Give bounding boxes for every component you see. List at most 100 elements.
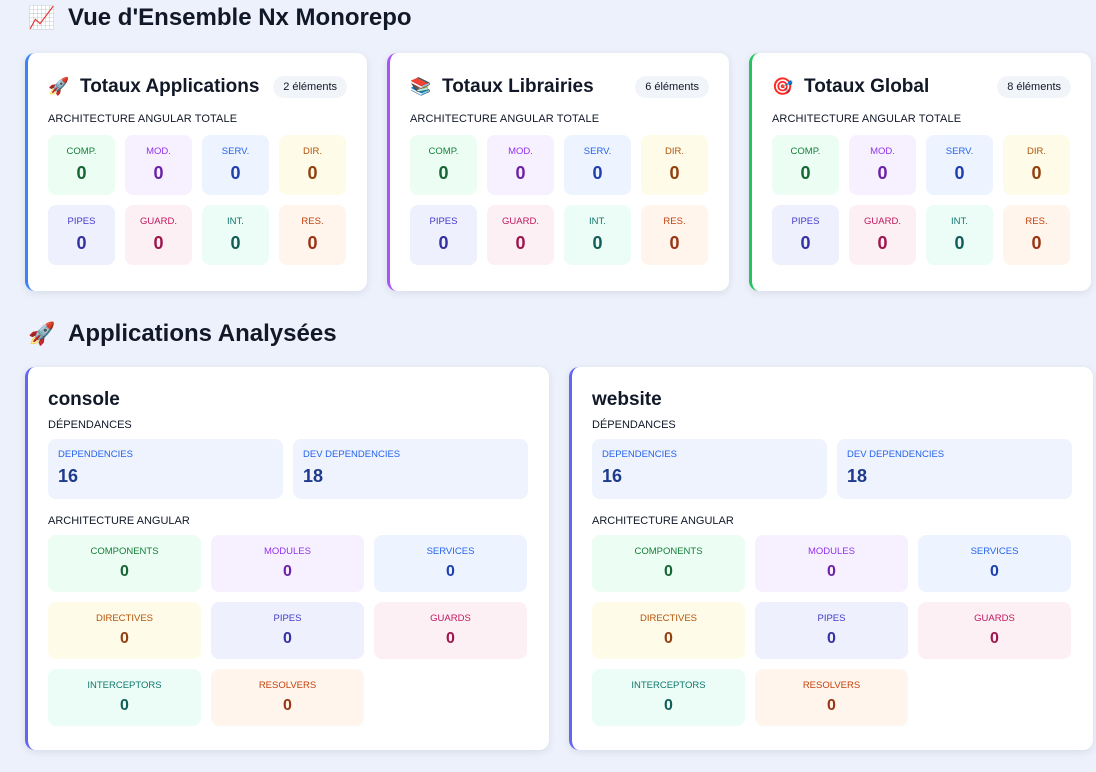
stat-label: RES. [663, 216, 686, 227]
stat-label: RESOLVERS [802, 680, 861, 691]
stats-grid: COMP. 0 MOD. 0 SERV. 0 DIR. 0 PIPES 0 GUARD. 0… [410, 135, 709, 265]
stat-components: COMP. 0 [410, 135, 477, 195]
stat-value: 0 [153, 163, 164, 183]
stat-label: COMP. [790, 146, 821, 157]
stat-guards: GUARDS 0 [918, 602, 1071, 659]
stat-value: 0 [669, 163, 680, 183]
dependencies-label: DEPENDENCIES [58, 449, 133, 460]
stat-label: INTERCEPTORS [631, 680, 706, 691]
stat-label: COMPONENTS [634, 546, 703, 557]
totals-row: 🚀 Totaux Applications 2 éléments ARCHITE… [25, 53, 1091, 291]
app-card-console: console DÉPENDANCES DEPENDENCIES 16 DEV … [25, 367, 549, 750]
card-title: Totaux Applications [80, 76, 260, 97]
stat-value: 0 [877, 163, 888, 183]
stat-value: 0 [669, 233, 680, 253]
stat-value: 0 [446, 563, 455, 580]
stat-value: 0 [76, 163, 87, 183]
count-badge: 2 éléments [273, 76, 347, 98]
stat-directives: DIRECTIVES 0 [592, 602, 745, 659]
stat-pipes: PIPES 0 [772, 205, 839, 265]
stat-modules: MOD. 0 [487, 135, 554, 195]
stat-value: 0 [800, 163, 811, 183]
stat-value: 0 [230, 163, 241, 183]
stat-resolvers: RESOLVERS 0 [755, 669, 908, 726]
dependencies-value: 16 [58, 466, 79, 486]
overview-title: 📈 Vue d'Ensemble Nx Monorepo [28, 4, 412, 32]
stat-label: MODULES [808, 546, 855, 557]
stat-value: 0 [990, 630, 999, 647]
rocket-icon: 🚀 [48, 77, 70, 96]
stat-value: 0 [120, 563, 129, 580]
stat-label: DIRECTIVES [95, 613, 153, 624]
dependencies-section-label: DÉPENDANCES [48, 419, 132, 431]
stat-label: GUARD. [140, 216, 177, 227]
stats-grid: COMP. 0 MOD. 0 SERV. 0 DIR. 0 PIPES 0 GUARD. 0… [48, 135, 347, 265]
stat-label: RES. [301, 216, 324, 227]
count-badge: 8 éléments [997, 76, 1071, 98]
stat-label: PIPES [429, 216, 458, 227]
stat-label: PIPES [67, 216, 96, 227]
stat-label: PIPES [273, 613, 302, 624]
dev-dependencies-box: DEV DEPENDENCIES 18 [293, 439, 528, 499]
dev-dependencies-label: DEV DEPENDENCIES [303, 449, 401, 460]
dev-dependencies-value: 18 [303, 466, 324, 486]
stat-services: SERVICES 0 [374, 535, 527, 592]
stat-label: DIR. [665, 146, 684, 157]
dependencies-box: DEPENDENCIES 16 [48, 439, 283, 499]
stat-components: COMPONENTS 0 [48, 535, 201, 592]
stat-value: 0 [515, 233, 526, 253]
stat-services: SERVICES 0 [918, 535, 1071, 592]
stat-label: DIR. [1027, 146, 1046, 157]
stat-value: 0 [827, 563, 836, 580]
stat-value: 0 [954, 233, 965, 253]
stat-value: 0 [592, 163, 603, 183]
app-name: console [48, 389, 120, 410]
stat-label: SERV. [583, 146, 612, 157]
stat-label: INT. [589, 216, 606, 227]
stat-directives: DIR. 0 [279, 135, 346, 195]
stat-value: 0 [283, 563, 292, 580]
stat-guards: GUARD. 0 [849, 205, 916, 265]
stat-value: 0 [877, 233, 888, 253]
stat-label: MODULES [264, 546, 311, 557]
dependencies-value: 16 [602, 466, 623, 486]
card-title: Totaux Librairies [442, 76, 594, 97]
stat-label: COMPONENTS [90, 546, 159, 557]
stat-value: 0 [76, 233, 87, 253]
dependencies-section-label: DÉPENDANCES [592, 419, 676, 431]
stat-interceptors: INT. 0 [564, 205, 631, 265]
stat-components: COMP. 0 [48, 135, 115, 195]
stat-value: 0 [438, 163, 449, 183]
stat-value: 0 [592, 233, 603, 253]
stat-label: GUARD. [864, 216, 901, 227]
stat-value: 0 [307, 163, 318, 183]
stat-value: 0 [307, 233, 318, 253]
stat-components: COMPONENTS 0 [592, 535, 745, 592]
stat-value: 0 [1031, 233, 1042, 253]
dev-dependencies-box: DEV DEPENDENCIES 18 [837, 439, 1072, 499]
overview-title-text: Vue d'Ensemble Nx Monorepo [68, 4, 412, 31]
stat-pipes: PIPES 0 [48, 205, 115, 265]
stat-directives: DIR. 0 [1003, 135, 1070, 195]
stat-value: 0 [438, 233, 449, 253]
stat-value: 0 [800, 233, 811, 253]
stat-value: 0 [283, 630, 292, 647]
stat-pipes: PIPES 0 [410, 205, 477, 265]
stat-value: 0 [827, 697, 836, 714]
dev-dependencies-label: DEV DEPENDENCIES [847, 449, 945, 460]
stat-interceptors: INTERCEPTORS 0 [48, 669, 201, 726]
stat-value: 0 [120, 630, 129, 647]
stat-value: 0 [664, 630, 673, 647]
stat-label: MOD. [870, 146, 895, 157]
stat-value: 0 [664, 697, 673, 714]
stat-value: 0 [446, 630, 455, 647]
rocket-icon: 🚀 [28, 321, 56, 346]
stat-label: DIRECTIVES [639, 613, 697, 624]
stat-label: SERVICES [970, 546, 1019, 557]
stat-label: SERV. [221, 146, 250, 157]
stats-grid: COMP. 0 MOD. 0 SERV. 0 DIR. 0 PIPES 0 GUARD. 0… [772, 135, 1071, 265]
stat-value: 0 [283, 697, 292, 714]
stat-label: GUARD. [502, 216, 539, 227]
stat-guards: GUARD. 0 [487, 205, 554, 265]
stat-resolvers: RES. 0 [279, 205, 346, 265]
